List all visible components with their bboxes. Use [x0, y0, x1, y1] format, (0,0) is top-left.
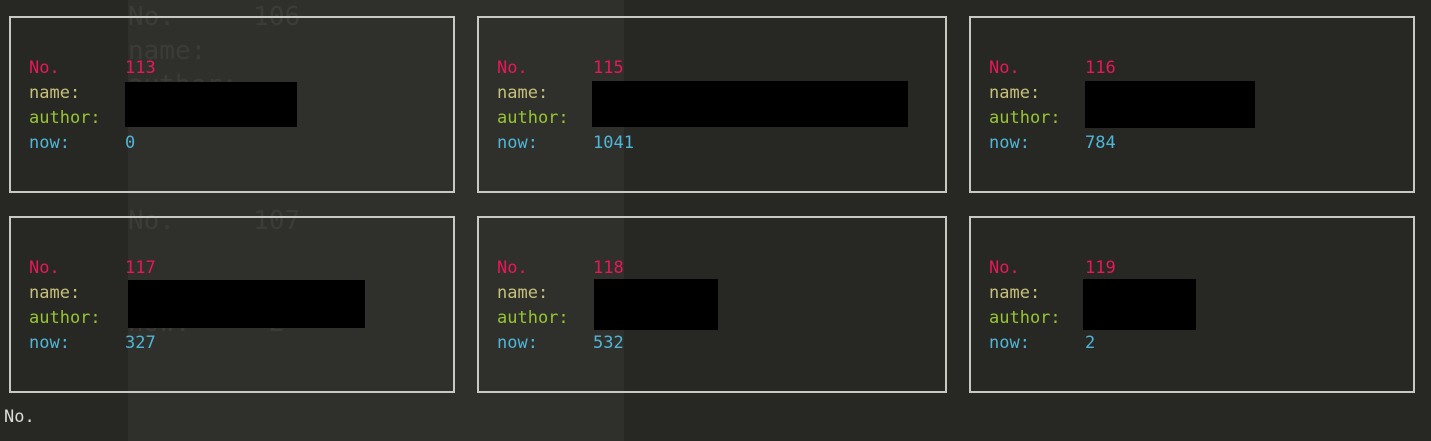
terminal-window: No. 106 name: author: No. 107 now: 2 No.… [0, 0, 1431, 441]
label-now: now: [29, 133, 70, 153]
label-now: now: [497, 333, 538, 353]
row-now: now: 532 [497, 331, 624, 356]
label-now: now: [989, 133, 1030, 153]
label-author: author: [29, 108, 101, 128]
redaction-box [592, 81, 908, 127]
row-no: No. 113 [29, 56, 156, 81]
row-name: name: [497, 81, 593, 106]
terminal-prompt[interactable]: No. [4, 405, 35, 430]
label-no: No. [29, 58, 60, 78]
redaction-box [1083, 279, 1196, 330]
row-name: name: [29, 81, 125, 106]
row-no: No. 118 [497, 256, 624, 281]
redaction-box [128, 280, 365, 328]
label-now: now: [29, 333, 70, 353]
value-no: 119 [1085, 258, 1116, 278]
record-card: No. 118 name: author: now: 532 [477, 216, 947, 393]
row-author: author: [29, 106, 125, 131]
row-author: author: [29, 306, 125, 331]
redaction-box [594, 279, 718, 330]
row-name: name: [29, 281, 125, 306]
row-now: now: 2 [989, 331, 1095, 356]
value-now: 0 [125, 133, 136, 153]
label-now: now: [989, 333, 1030, 353]
row-no: No. 115 [497, 56, 624, 81]
value-no: 115 [593, 58, 624, 78]
label-name: name: [989, 283, 1041, 303]
label-name: name: [989, 83, 1041, 103]
row-author: author: [989, 306, 1085, 331]
label-author: author: [29, 308, 101, 328]
value-now: 1041 [593, 133, 634, 153]
value-no: 116 [1085, 58, 1116, 78]
row-now: now: 327 [29, 331, 156, 356]
row-author: author: [497, 106, 593, 131]
redaction-box [125, 82, 297, 127]
row-no: No. 119 [989, 256, 1116, 281]
label-name: name: [497, 83, 549, 103]
value-no: 113 [125, 58, 156, 78]
row-now: now: 784 [989, 131, 1116, 156]
label-name: name: [29, 83, 81, 103]
record-card: No. 115 name: author: now: 1041 [477, 16, 947, 193]
record-card: No. 119 name: author: now: 2 [969, 216, 1415, 393]
label-no: No. [497, 258, 528, 278]
row-name: name: [989, 281, 1085, 306]
label-now: now: [497, 133, 538, 153]
value-no: 117 [125, 258, 156, 278]
label-name: name: [29, 283, 81, 303]
value-no: 118 [593, 258, 624, 278]
label-no: No. [989, 258, 1020, 278]
label-no: No. [989, 58, 1020, 78]
label-author: author: [497, 308, 569, 328]
record-card: No. 117 name: author: now: 327 [9, 216, 455, 393]
redaction-box [1085, 81, 1255, 128]
row-no: No. 117 [29, 256, 156, 281]
record-card: No. 116 name: author: now: 784 [969, 16, 1415, 193]
value-now: 532 [593, 333, 624, 353]
record-card: No. 113 name: author: now: 0 [9, 16, 455, 193]
row-author: author: [989, 106, 1085, 131]
label-no: No. [497, 58, 528, 78]
value-now: 327 [125, 333, 156, 353]
label-author: author: [989, 108, 1061, 128]
label-author: author: [497, 108, 569, 128]
value-now: 784 [1085, 133, 1116, 153]
label-author: author: [989, 308, 1061, 328]
value-now: 2 [1085, 333, 1096, 353]
row-no: No. 116 [989, 56, 1116, 81]
row-author: author: [497, 306, 593, 331]
row-now: now: 0 [29, 131, 135, 156]
label-no: No. [29, 258, 60, 278]
row-name: name: [989, 81, 1085, 106]
label-name: name: [497, 283, 549, 303]
row-name: name: [497, 281, 593, 306]
row-now: now: 1041 [497, 131, 634, 156]
